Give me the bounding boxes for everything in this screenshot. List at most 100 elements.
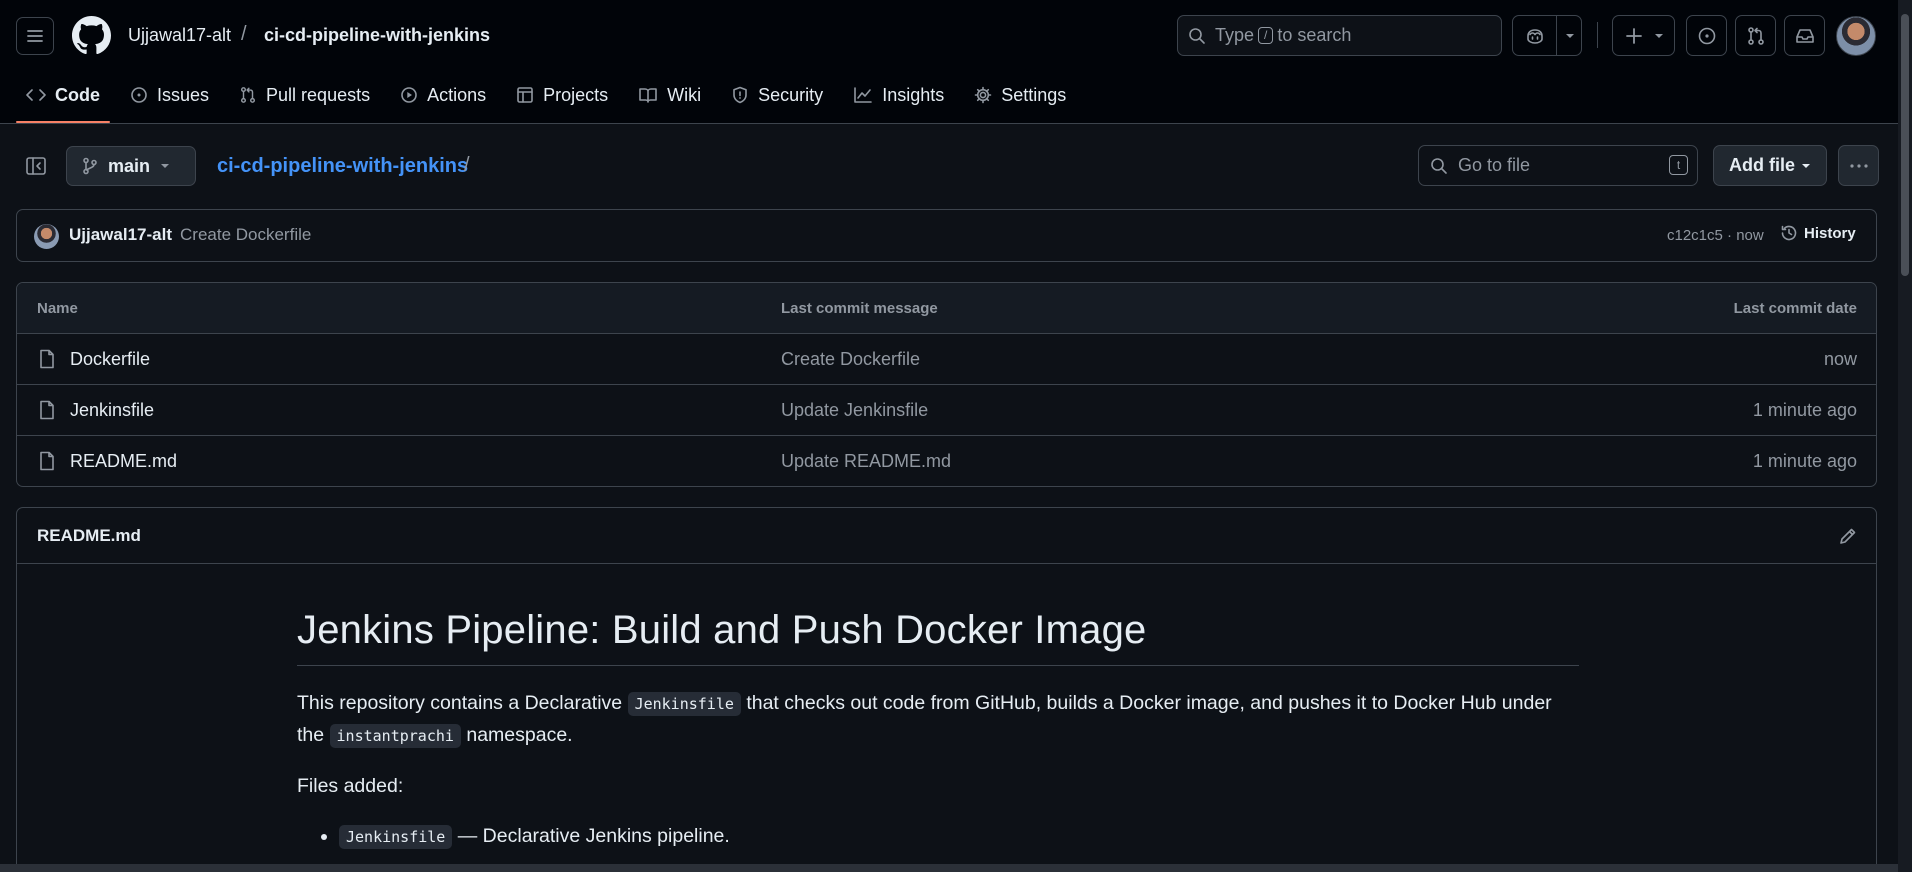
- breadcrumb-repo[interactable]: ci-cd-pipeline-with-jenkins: [264, 25, 490, 46]
- branch-selector[interactable]: main: [66, 146, 196, 186]
- chevron-down-icon: [1802, 163, 1810, 168]
- go-to-file-shortcut-key: t: [1669, 155, 1688, 175]
- column-header-name: Name: [37, 300, 78, 317]
- latest-commit-bar: Ujjawal17-alt Create Dockerfile c12c1c5 …: [16, 209, 1877, 262]
- tab-security[interactable]: Security: [721, 78, 833, 112]
- vertical-scrollbar[interactable]: [1898, 0, 1912, 872]
- tab-issues[interactable]: Issues: [120, 78, 219, 112]
- commit-sha-time[interactable]: c12c1c5 · now: [1667, 227, 1764, 244]
- more-options-button[interactable]: [1838, 145, 1879, 186]
- issues-button[interactable]: [1686, 15, 1727, 56]
- inline-code: Jenkinsfile: [339, 825, 453, 849]
- tab-label: Insights: [882, 84, 945, 105]
- file-commit-date: now: [1823, 349, 1857, 369]
- tab-label: Pull requests: [266, 84, 371, 105]
- path-repo-link[interactable]: ci-cd-pipeline-with-jenkins: [217, 155, 468, 178]
- file-name[interactable]: Dockerfile: [70, 349, 150, 370]
- commit-author-avatar[interactable]: [34, 224, 59, 249]
- readme-list: Jenkinsfile — Declarative Jenkins pipeli…: [339, 821, 1579, 853]
- issue-icon: [1698, 27, 1715, 44]
- file-icon: [40, 400, 54, 420]
- file-commit-date: 1 minute ago: [1752, 451, 1857, 471]
- pull-request-icon: [241, 87, 256, 103]
- tab-label: Security: [758, 84, 824, 105]
- copilot-icon: [1527, 29, 1543, 44]
- history-button[interactable]: History: [1780, 224, 1856, 242]
- file-table: Name Last commit message Last commit dat…: [16, 282, 1877, 487]
- kebab-horizontal-icon: [1849, 163, 1868, 168]
- file-commit-message[interactable]: Update README.md: [781, 451, 951, 472]
- chevron-down-icon: [1566, 34, 1574, 38]
- list-item: Jenkinsfile — Declarative Jenkins pipeli…: [339, 821, 1579, 853]
- commit-author[interactable]: Ujjawal17-alt: [69, 225, 172, 245]
- copilot-button[interactable]: [1512, 15, 1582, 56]
- file-commit-message[interactable]: Create Dockerfile: [781, 349, 920, 370]
- commit-message[interactable]: Create Dockerfile: [180, 225, 311, 245]
- table-icon: [517, 87, 533, 103]
- branch-name: main: [108, 155, 151, 176]
- tab-label: Projects: [543, 84, 609, 105]
- tab-label: Issues: [157, 84, 210, 105]
- tab-pull-requests[interactable]: Pull requests: [229, 78, 380, 112]
- column-header-date: Last commit date: [1733, 300, 1857, 317]
- readme-title[interactable]: README.md: [37, 526, 141, 546]
- inline-code: instantprachi: [329, 724, 461, 748]
- go-to-file-placeholder: Go to file: [1458, 155, 1531, 175]
- path-separator: /: [464, 154, 470, 176]
- search-icon: [1431, 157, 1447, 174]
- menu-button[interactable]: [16, 17, 54, 55]
- table-row[interactable]: README.md Update README.md 1 minute ago: [17, 436, 1876, 486]
- table-header: Name Last commit message Last commit dat…: [17, 283, 1876, 334]
- breadcrumb-owner[interactable]: Ujjawal17-alt: [128, 25, 231, 46]
- tab-actions[interactable]: Actions: [390, 78, 496, 112]
- file-icon: [40, 349, 54, 369]
- branch-icon: [83, 157, 97, 175]
- global-search-input[interactable]: Type / to search: [1177, 15, 1502, 56]
- column-header-message: Last commit message: [781, 300, 938, 317]
- tab-wiki[interactable]: Wiki: [628, 78, 711, 112]
- go-to-file-input[interactable]: Go to file t: [1418, 145, 1698, 186]
- plus-icon: [1626, 28, 1642, 44]
- hamburger-icon: [27, 30, 43, 42]
- tab-settings[interactable]: Settings: [964, 78, 1076, 112]
- table-row[interactable]: Jenkinsfile Update Jenkinsfile 1 minute …: [17, 385, 1876, 436]
- repo-nav: Code Issues Pull requests Actions Projec…: [16, 78, 1086, 124]
- create-new-button[interactable]: [1612, 15, 1675, 56]
- add-file-label: Add file: [1729, 155, 1795, 175]
- search-icon: [1189, 27, 1205, 44]
- chevron-down-icon: [161, 164, 170, 168]
- inbox-button[interactable]: [1784, 15, 1825, 56]
- tab-code[interactable]: Code: [16, 78, 110, 123]
- horizontal-scrollbar[interactable]: [0, 864, 1898, 872]
- shield-icon: [733, 86, 747, 104]
- tab-insights[interactable]: Insights: [843, 78, 954, 112]
- tab-label: Actions: [427, 84, 487, 105]
- file-commit-date: 1 minute ago: [1752, 400, 1857, 420]
- history-icon: [1781, 225, 1797, 241]
- add-file-button[interactable]: Add file: [1713, 145, 1827, 186]
- tab-label: Wiki: [667, 84, 702, 105]
- graph-icon: [854, 87, 872, 103]
- file-name[interactable]: Jenkinsfile: [70, 400, 154, 421]
- sidebar-toggle-icon[interactable]: [25, 155, 47, 177]
- play-icon: [401, 87, 417, 103]
- issue-icon: [131, 87, 147, 103]
- file-commit-message[interactable]: Update Jenkinsfile: [781, 400, 928, 421]
- scrollbar-thumb[interactable]: [1901, 14, 1909, 276]
- code-icon: [26, 89, 46, 101]
- readme-paragraph: Files added:: [297, 775, 404, 797]
- tab-projects[interactable]: Projects: [506, 78, 618, 112]
- readme-header: README.md: [17, 508, 1876, 564]
- table-row[interactable]: Dockerfile Create Dockerfile now: [17, 334, 1876, 385]
- inbox-icon: [1795, 28, 1814, 43]
- tab-label: Settings: [1001, 84, 1067, 105]
- readme-paragraph: This repository contains a Declarative J…: [297, 692, 1552, 748]
- readme-heading: Jenkins Pipeline: Build and Push Docker …: [297, 608, 1579, 666]
- user-avatar[interactable]: [1836, 16, 1876, 56]
- github-logo-icon[interactable]: [72, 16, 111, 55]
- readme-content: Jenkins Pipeline: Build and Push Docker …: [297, 608, 1579, 859]
- pencil-icon[interactable]: [1838, 526, 1858, 546]
- book-icon: [639, 88, 657, 103]
- pull-requests-button[interactable]: [1735, 15, 1776, 56]
- file-name[interactable]: README.md: [70, 451, 177, 472]
